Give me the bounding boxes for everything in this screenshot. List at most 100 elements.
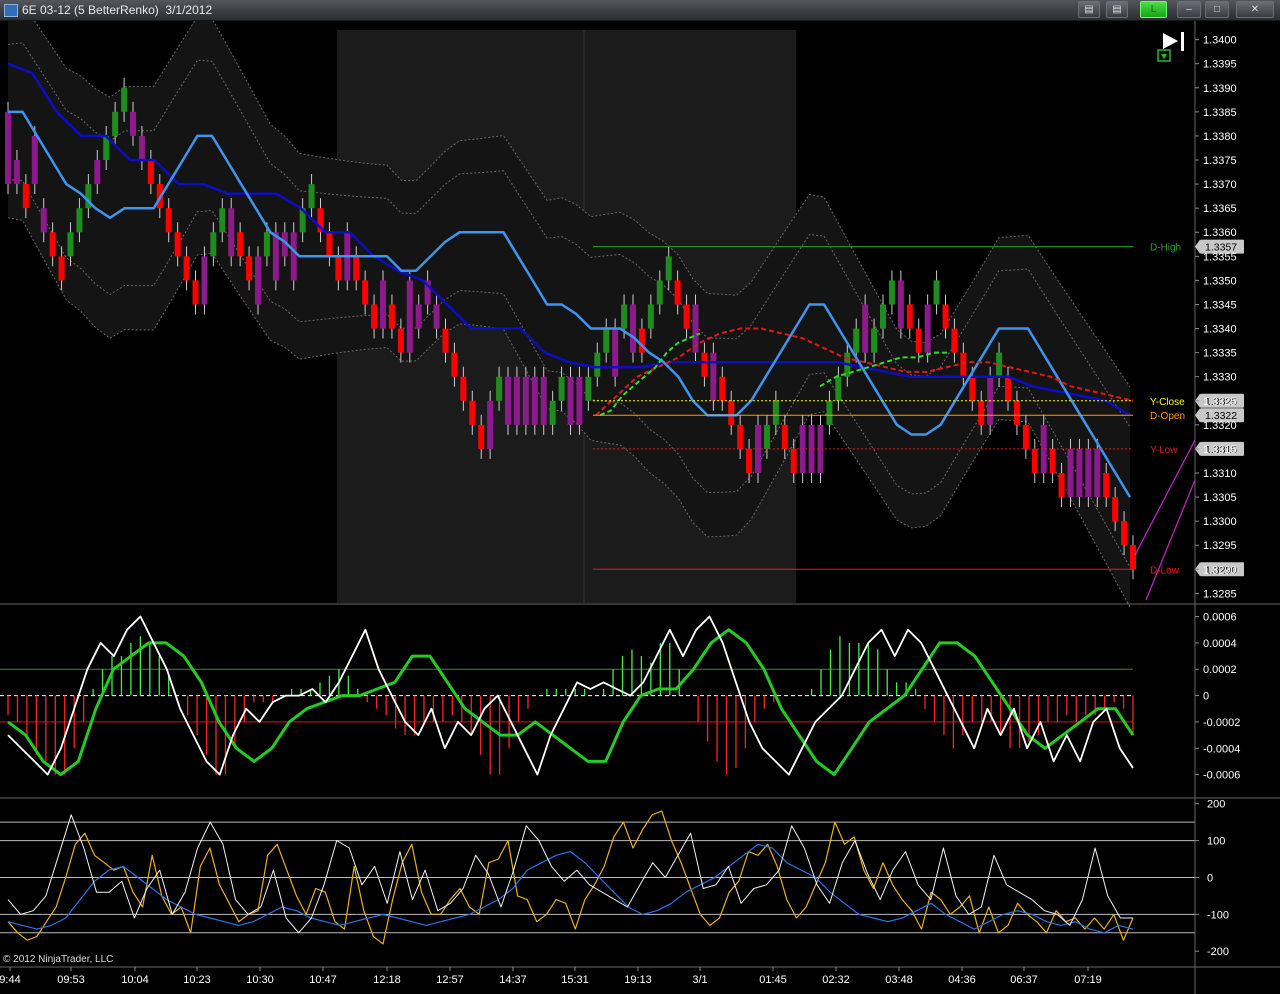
candle bbox=[772, 400, 779, 425]
y-tick-label: 1.3305 bbox=[1203, 492, 1237, 504]
candle bbox=[255, 256, 261, 305]
candle bbox=[246, 256, 253, 281]
candle bbox=[871, 328, 878, 353]
candle bbox=[442, 328, 449, 353]
candle bbox=[138, 135, 145, 161]
link-button[interactable]: L bbox=[1140, 1, 1167, 18]
candle bbox=[67, 232, 74, 257]
candle bbox=[460, 376, 467, 401]
candle bbox=[165, 208, 172, 233]
x-tick-label: 10:23 bbox=[183, 974, 211, 986]
level-label: Y-Low bbox=[1150, 445, 1178, 456]
candle bbox=[630, 304, 636, 353]
candle bbox=[371, 304, 378, 329]
properties-button[interactable]: ▤ bbox=[1106, 1, 1128, 18]
candle bbox=[862, 304, 869, 353]
candle bbox=[763, 424, 770, 449]
candle bbox=[728, 400, 735, 425]
candle bbox=[1085, 448, 1092, 498]
y-tick-label: 0.0006 bbox=[1203, 612, 1237, 624]
y-tick-label: 100 bbox=[1207, 836, 1225, 848]
candle bbox=[603, 328, 610, 353]
data-box-button[interactable]: ▤ bbox=[1078, 1, 1100, 18]
candle bbox=[388, 304, 395, 329]
candle bbox=[1076, 448, 1083, 498]
x-tick-label: 06:37 bbox=[1010, 974, 1038, 986]
x-tick-label: 04:36 bbox=[948, 974, 976, 986]
candle bbox=[174, 232, 181, 257]
y-tick-label: 0 bbox=[1203, 691, 1209, 703]
x-tick-label: 15:31 bbox=[561, 974, 589, 986]
x-tick-label: 12:18 bbox=[373, 974, 401, 986]
y-tick-label: 1.3390 bbox=[1203, 83, 1237, 95]
y-tick-label: 1.3360 bbox=[1203, 227, 1237, 239]
y-tick-label: 1.3340 bbox=[1203, 324, 1237, 336]
candle bbox=[121, 87, 128, 112]
candle bbox=[960, 352, 967, 377]
candle bbox=[701, 352, 708, 377]
candle bbox=[933, 280, 940, 305]
candle bbox=[1013, 400, 1020, 425]
y-tick-label: 1.3375 bbox=[1203, 155, 1237, 167]
chart-area[interactable]: D-HighY-CloseD-OpenY-LowD-Low 1.33571.33… bbox=[0, 21, 1280, 994]
candle bbox=[674, 280, 681, 305]
candle bbox=[433, 304, 440, 329]
candle bbox=[621, 304, 628, 329]
x-tick-label: 02:32 bbox=[822, 974, 850, 986]
y-tick-label: 1.3350 bbox=[1203, 275, 1237, 287]
candle bbox=[906, 304, 913, 329]
y-tick-label: 1.3355 bbox=[1203, 251, 1237, 263]
candle bbox=[737, 424, 744, 449]
candle bbox=[1094, 448, 1101, 498]
candle bbox=[826, 400, 833, 425]
candle bbox=[1005, 376, 1011, 401]
candle bbox=[210, 232, 217, 257]
y-tick-label: 1.3320 bbox=[1203, 420, 1237, 432]
candle bbox=[1121, 521, 1128, 546]
candle bbox=[397, 328, 404, 353]
candle bbox=[969, 376, 976, 401]
y-tick-label: 1.3290 bbox=[1203, 564, 1237, 576]
candle bbox=[5, 111, 11, 185]
close-button[interactable]: ✕ bbox=[1236, 1, 1274, 18]
x-tick-label: 10:47 bbox=[309, 974, 337, 986]
candle bbox=[58, 256, 65, 281]
title-bar: 6E 03-12 (5 BetterRenko) 3/1/2012 ▤ ▤ L … bbox=[0, 0, 1280, 21]
y-tick-label: 1.3315 bbox=[1203, 444, 1237, 456]
x-tick-label: 3/1 bbox=[692, 974, 707, 986]
minimize-button[interactable]: – bbox=[1177, 1, 1201, 18]
candle bbox=[978, 400, 985, 425]
y-tick-label: 1.3300 bbox=[1203, 516, 1237, 528]
candle bbox=[540, 376, 547, 425]
candle bbox=[263, 232, 270, 257]
candle bbox=[130, 111, 136, 136]
candle bbox=[192, 280, 199, 305]
candle bbox=[406, 280, 413, 353]
candle bbox=[1103, 472, 1110, 498]
candle bbox=[594, 352, 601, 377]
candle bbox=[237, 232, 244, 257]
y-tick-label: 1.3325 bbox=[1203, 396, 1237, 408]
candle bbox=[201, 256, 208, 305]
x-tick-label: 19:13 bbox=[624, 974, 652, 986]
candle bbox=[326, 232, 333, 257]
y-tick-label: -200 bbox=[1207, 946, 1229, 958]
level-label: D-High bbox=[1150, 243, 1181, 254]
window-title: 6E 03-12 (5 BetterRenko) 3/1/2012 bbox=[22, 3, 213, 17]
y-tick-label: 1.3295 bbox=[1203, 540, 1237, 552]
y-tick-label: 1.3370 bbox=[1203, 179, 1237, 191]
candle bbox=[487, 400, 494, 449]
candle bbox=[585, 376, 592, 401]
candle bbox=[915, 328, 922, 353]
maximize-button[interactable]: □ bbox=[1205, 1, 1229, 18]
candle bbox=[647, 304, 654, 329]
y-tick-label: 1.3335 bbox=[1203, 348, 1237, 360]
x-tick-label: 03:48 bbox=[885, 974, 913, 986]
y-tick-label: 0 bbox=[1207, 872, 1213, 884]
candle bbox=[665, 256, 672, 281]
x-tick-label: 07:19 bbox=[1074, 974, 1102, 986]
candle bbox=[1049, 448, 1056, 473]
candle bbox=[942, 304, 949, 329]
candle bbox=[880, 304, 886, 329]
candle bbox=[924, 304, 931, 353]
